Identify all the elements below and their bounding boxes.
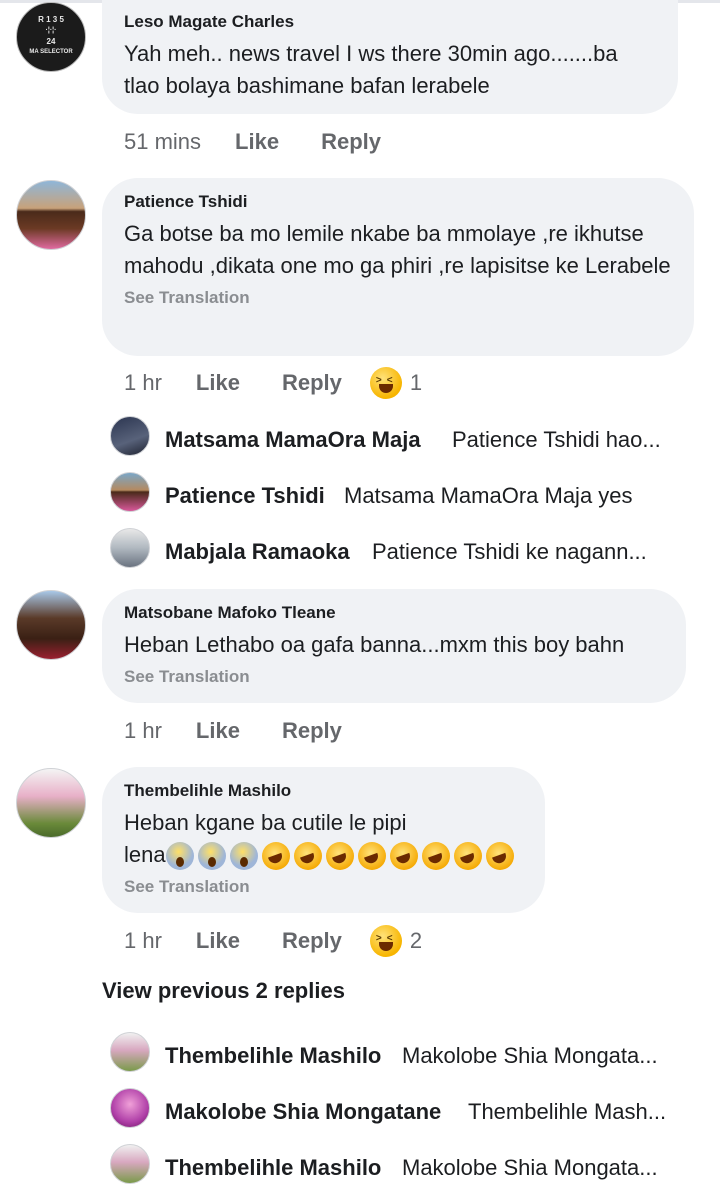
rofl-emoji-icon [357, 842, 386, 871]
avatar-logo-dots: ·¦·¦· [45, 27, 57, 34]
reaction-summary[interactable]: >< 2 [369, 925, 423, 957]
emoji-sequence [165, 842, 518, 871]
comment-bubble: Thembelihle Mashilo Heban kgane ba cutil… [102, 767, 545, 913]
reply-text: Patience Tshidi ke nagann... [372, 539, 647, 564]
see-translation-link[interactable]: See Translation [124, 288, 672, 308]
comment-author[interactable]: Leso Magate Charles [124, 12, 656, 32]
reply-author[interactable]: Makolobe Shia Mongatane [165, 1099, 441, 1125]
reply-author[interactable]: Matsama MamaOra Maja [165, 427, 421, 453]
reply-author[interactable]: Patience Tshidi [165, 483, 325, 509]
comment-bubble: Leso Magate Charles Yah meh.. news trave… [102, 0, 678, 114]
like-button[interactable]: Like [235, 129, 279, 155]
avatar[interactable] [110, 1032, 150, 1072]
comment-timestamp[interactable]: 51 mins [124, 129, 201, 155]
avatar[interactable] [16, 590, 86, 660]
reply-text: Thembelihle Mash... [468, 1099, 667, 1124]
comment-timestamp[interactable]: 1 hr [124, 928, 162, 954]
reply-text: Matsama MamaOra Maja yes [344, 483, 633, 508]
comment-text: Heban Lethabo oa gafa banna...mxm this b… [124, 632, 625, 657]
reply-text: Makolobe Shia Mongata... [402, 1043, 658, 1068]
reply-author[interactable]: Mabjala Ramaoka [165, 539, 350, 565]
avatar[interactable] [16, 180, 86, 250]
reply-author[interactable]: Thembelihle Mashilo [165, 1155, 381, 1181]
avatar[interactable] [110, 1144, 150, 1184]
comment-author[interactable]: Matsobane Mafoko Tleane [124, 603, 664, 623]
laughing-emoji-icon: >< [369, 367, 402, 399]
comment-text-continued: lena [124, 842, 166, 867]
reaction-count: 1 [409, 370, 423, 395]
reply-button[interactable]: Reply [282, 718, 342, 744]
rofl-emoji-icon [453, 842, 482, 871]
avatar[interactable] [110, 1088, 150, 1128]
like-button[interactable]: Like [196, 928, 240, 954]
avatar[interactable] [16, 768, 86, 838]
face-screaming-emoji-icon [197, 842, 226, 871]
see-translation-link[interactable]: See Translation [124, 667, 664, 687]
laughing-emoji-icon: >< [369, 925, 402, 957]
avatar-logo-label: MA SELECTOR [29, 49, 73, 55]
avatar-logo-text: R 1 3 5 [38, 15, 64, 24]
avatar[interactable] [110, 472, 150, 512]
comment-author[interactable]: Thembelihle Mashilo [124, 781, 523, 801]
reply-button[interactable]: Reply [321, 129, 381, 155]
comment-actions: 51 mins Like Reply [124, 125, 423, 159]
like-button[interactable]: Like [196, 370, 240, 396]
comment-actions: 1 hr Like Reply >< 2 [124, 924, 422, 958]
comment-actions: 1 hr Like Reply >< 1 [124, 366, 422, 400]
reaction-count: 2 [409, 928, 423, 953]
rofl-emoji-icon [485, 842, 514, 871]
reaction-summary[interactable]: >< 1 [369, 367, 423, 399]
reply-button[interactable]: Reply [282, 928, 342, 954]
comment-bubble: Patience Tshidi Ga botse ba mo lemile nk… [102, 178, 694, 356]
face-screaming-emoji-icon [229, 842, 258, 871]
comment-text: Heban kgane ba cutile le pipi [124, 810, 407, 835]
reply-text: Makolobe Shia Mongata... [402, 1155, 658, 1180]
reply-author[interactable]: Thembelihle Mashilo [165, 1043, 381, 1069]
rofl-emoji-icon [261, 842, 290, 871]
avatar[interactable]: R 1 3 5 ·¦·¦· 24 MA SELECTOR [16, 2, 86, 72]
rofl-emoji-icon [389, 842, 418, 871]
see-translation-link[interactable]: See Translation [124, 877, 523, 897]
comment-timestamp[interactable]: 1 hr [124, 370, 162, 396]
comment-text: Yah meh.. news travel I ws there 30min a… [124, 41, 618, 98]
reply-button[interactable]: Reply [282, 370, 342, 396]
avatar[interactable] [110, 528, 150, 568]
face-screaming-emoji-icon [165, 842, 194, 871]
rofl-emoji-icon [325, 842, 354, 871]
like-button[interactable]: Like [196, 718, 240, 744]
view-previous-replies-link[interactable]: View previous 2 replies [102, 978, 345, 1004]
comment-timestamp[interactable]: 1 hr [124, 718, 162, 744]
comment-actions: 1 hr Like Reply [124, 714, 384, 748]
avatar[interactable] [110, 416, 150, 456]
avatar-logo-number: 24 [46, 37, 56, 46]
rofl-emoji-icon [421, 842, 450, 871]
comment-author[interactable]: Patience Tshidi [124, 192, 672, 212]
comment-bubble: Matsobane Mafoko Tleane Heban Lethabo oa… [102, 589, 686, 703]
comment-text: Ga botse ba mo lemile nkabe ba mmolaye ,… [124, 221, 671, 278]
rofl-emoji-icon [293, 842, 322, 871]
comment-text-line: lena [124, 839, 523, 871]
reply-text: Patience Tshidi hao... [452, 427, 661, 452]
